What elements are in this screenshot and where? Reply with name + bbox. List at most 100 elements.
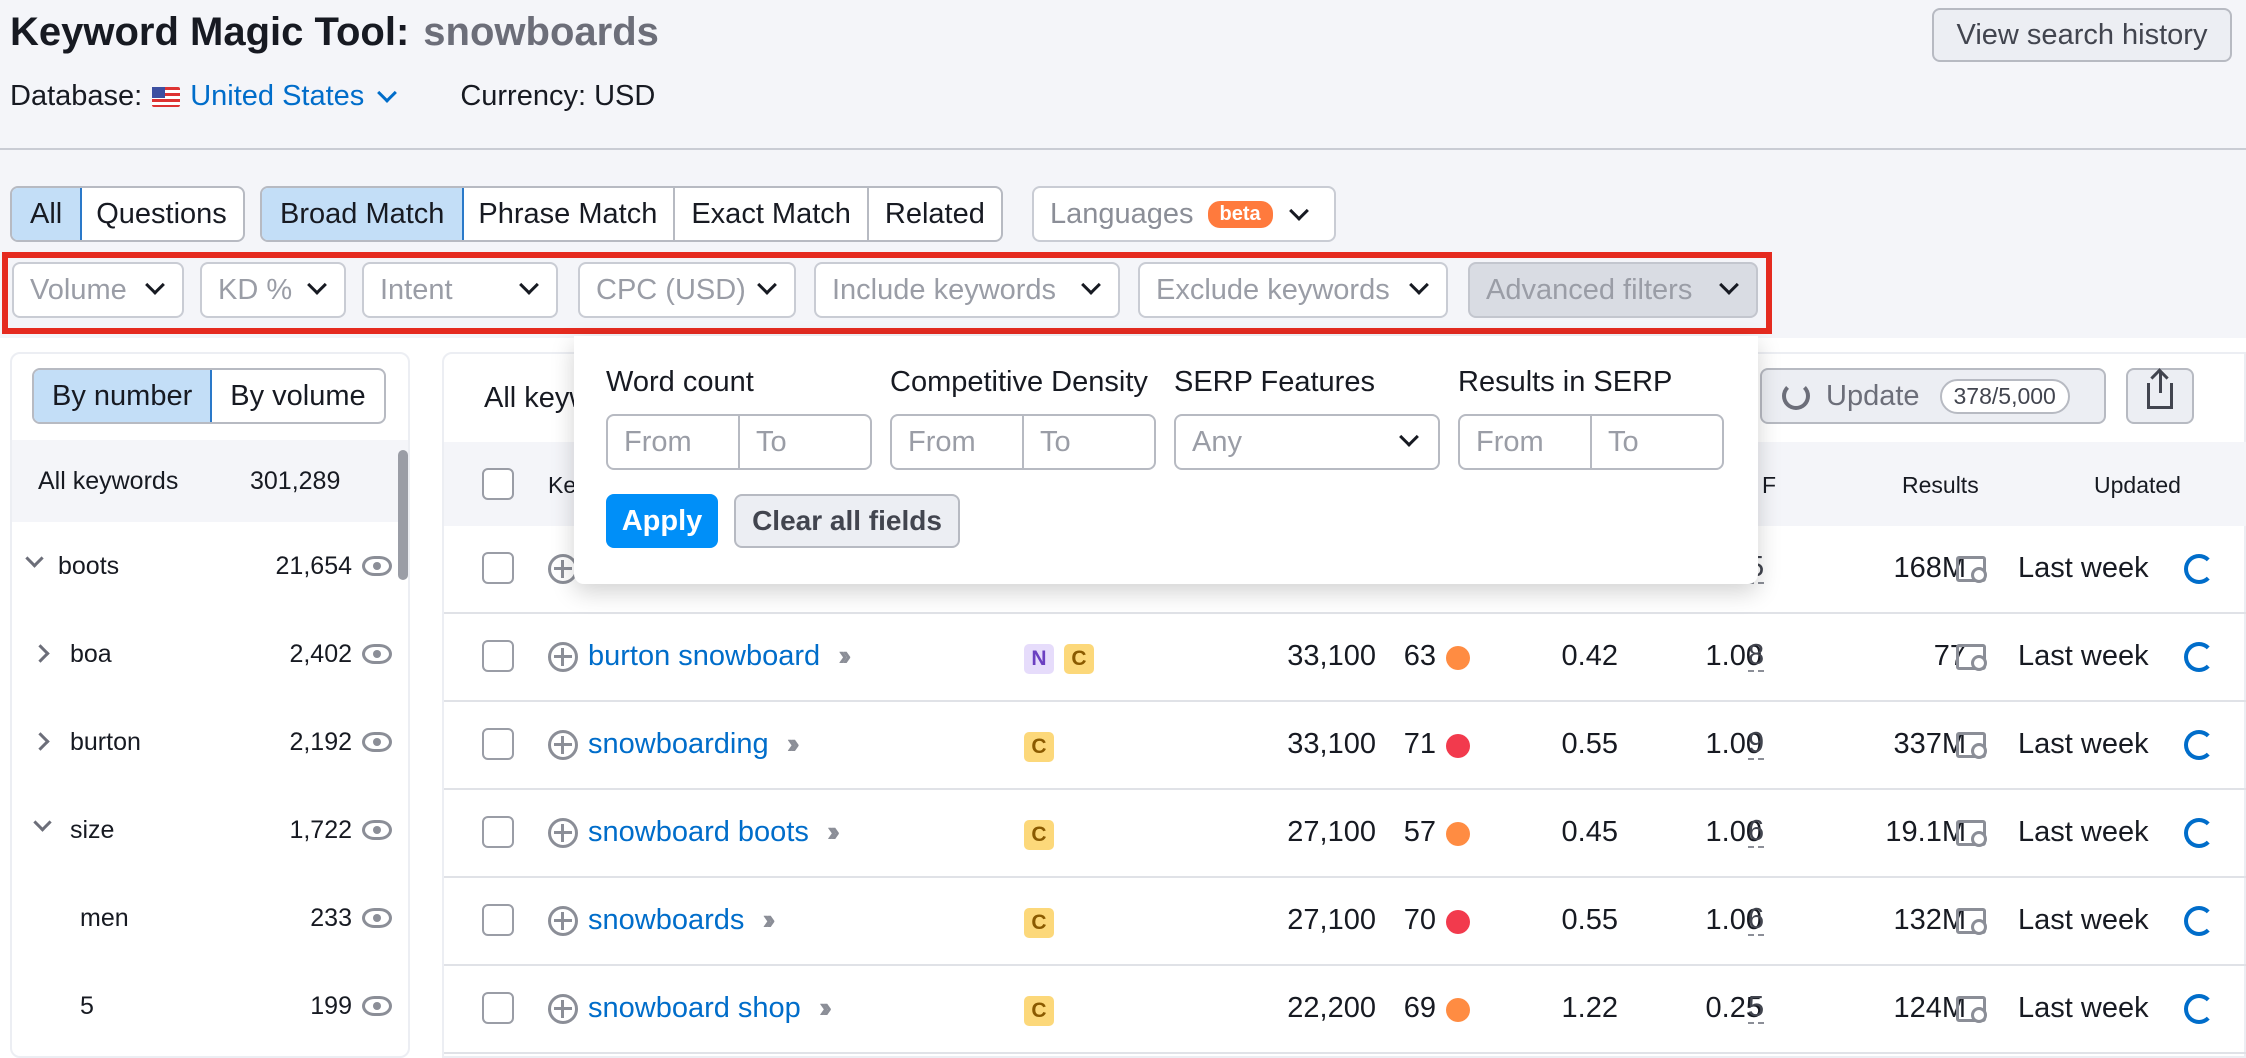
row-checkbox[interactable] <box>482 992 514 1024</box>
apply-button[interactable]: Apply <box>606 494 718 548</box>
results-in-serp-range: From To <box>1458 414 1724 470</box>
tab-related[interactable]: Related <box>869 188 1001 240</box>
add-keyword-icon[interactable] <box>548 994 578 1024</box>
tab-by-volume[interactable]: By volume <box>212 370 383 422</box>
tab-by-number[interactable]: By number <box>33 370 213 422</box>
clear-all-fields-button[interactable]: Clear all fields <box>734 494 960 548</box>
row-checkbox[interactable] <box>482 904 514 936</box>
refresh-row-icon[interactable] <box>2184 554 2214 584</box>
group-item-boa[interactable]: boa 2,402 <box>12 610 392 698</box>
serp-preview-icon[interactable] <box>1956 556 1987 583</box>
chevron-down-icon[interactable] <box>25 549 44 568</box>
chevron-down-icon[interactable] <box>33 813 52 832</box>
density-to-input[interactable]: To <box>1024 416 1154 468</box>
cpc-value: 0.55 <box>1561 728 1618 760</box>
keyword-link[interactable]: snowboarding ›› <box>588 728 801 761</box>
serp-preview-icon[interactable] <box>1956 732 1987 759</box>
group-item-boots[interactable]: boots 21,654 <box>12 522 392 610</box>
double-chevron-right-icon[interactable]: ›› <box>787 728 801 761</box>
row-checkbox[interactable] <box>482 816 514 848</box>
eye-icon[interactable] <box>362 820 392 840</box>
query-text: snowboards <box>423 10 659 54</box>
all-keywords-row[interactable]: All keywords 301,289 <box>12 440 408 522</box>
all-keywords-label: All keywords <box>38 466 179 495</box>
column-sf[interactable]: F <box>1762 472 1776 499</box>
add-keyword-icon[interactable] <box>548 818 578 848</box>
export-button[interactable] <box>2126 368 2194 424</box>
volume-value: 22,200 <box>1287 992 1376 1024</box>
add-keyword-icon[interactable] <box>548 906 578 936</box>
tab-all[interactable]: All <box>11 188 83 240</box>
languages-dropdown[interactable]: Languages beta <box>1032 186 1336 242</box>
refresh-icon <box>1782 382 1810 410</box>
chevron-right-icon[interactable] <box>31 732 50 751</box>
cpc-value: 1.22 <box>1561 992 1618 1024</box>
update-button[interactable]: Update 378/5,000 <box>1760 368 2106 424</box>
refresh-row-icon[interactable] <box>2184 906 2214 936</box>
group-item-5[interactable]: 5 199 <box>12 962 392 1050</box>
select-all-checkbox[interactable] <box>482 468 514 500</box>
refresh-row-icon[interactable] <box>2184 642 2214 672</box>
sf-count[interactable]: 8 <box>1748 640 1765 672</box>
sf-count[interactable]: 9 <box>1748 728 1765 760</box>
group-label: 5 <box>80 991 94 1020</box>
keyword-link[interactable]: snowboard shop ›› <box>588 992 833 1025</box>
row-checkbox[interactable] <box>482 640 514 672</box>
eye-icon[interactable] <box>362 556 392 576</box>
serp-preview-icon[interactable] <box>1956 820 1987 847</box>
tab-phrase-match[interactable]: Phrase Match <box>462 188 676 240</box>
column-results[interactable]: Results <box>1902 472 1979 499</box>
group-count: 2,402 <box>289 639 352 668</box>
refresh-row-icon[interactable] <box>2184 730 2214 760</box>
serp-preview-icon[interactable] <box>1956 908 1987 935</box>
row-checkbox[interactable] <box>482 552 514 584</box>
keyword-link[interactable]: burton snowboard ›› <box>588 640 852 673</box>
kd-indicator-dot <box>1446 998 1470 1022</box>
group-item-men[interactable]: men 233 <box>12 874 392 962</box>
serp-features-select[interactable]: Any <box>1174 414 1440 470</box>
results-to-input[interactable]: To <box>1592 416 1722 468</box>
page-title: Keyword Magic Tool: snowboards <box>10 10 659 55</box>
view-search-history-button[interactable]: View search history <box>1932 8 2232 62</box>
competitive-density-range: From To <box>890 414 1156 470</box>
refresh-row-icon[interactable] <box>2184 994 2214 1024</box>
refresh-row-icon[interactable] <box>2184 818 2214 848</box>
group-item-size[interactable]: size 1,722 <box>12 786 392 874</box>
sf-count[interactable]: 5 <box>1748 992 1765 1024</box>
chevron-right-icon[interactable] <box>31 644 50 663</box>
group-label: boa <box>70 639 112 668</box>
row-checkbox[interactable] <box>482 728 514 760</box>
tab-broad-match[interactable]: Broad Match <box>261 188 465 240</box>
column-keyword[interactable]: Ke <box>548 472 576 499</box>
eye-icon[interactable] <box>362 996 392 1016</box>
group-item-burton[interactable]: burton 2,192 <box>12 698 392 786</box>
competitive-density-label: Competitive Density <box>890 366 1148 398</box>
eye-icon[interactable] <box>362 732 392 752</box>
scrollbar[interactable] <box>398 450 408 580</box>
eye-icon[interactable] <box>362 908 392 928</box>
tab-exact-match[interactable]: Exact Match <box>675 188 869 240</box>
word-count-from-input[interactable]: From <box>608 416 740 468</box>
table-row: snowboarding ›› C 33,100 71 0.55 1.00 9 337M Last… <box>444 702 2246 790</box>
add-keyword-icon[interactable] <box>548 642 578 672</box>
density-from-input[interactable]: From <box>892 416 1024 468</box>
double-chevron-right-icon[interactable]: ›› <box>838 640 852 673</box>
add-keyword-icon[interactable] <box>548 730 578 760</box>
results-from-input[interactable]: From <box>1460 416 1592 468</box>
tab-questions[interactable]: Questions <box>80 188 243 240</box>
eye-icon[interactable] <box>362 644 392 664</box>
word-count-to-input[interactable]: To <box>740 416 870 468</box>
export-icon <box>2147 371 2173 409</box>
database-selector[interactable]: United States <box>190 80 364 113</box>
double-chevron-right-icon[interactable]: ›› <box>827 816 841 849</box>
serp-preview-icon[interactable] <box>1956 996 1987 1023</box>
serp-preview-icon[interactable] <box>1956 644 1987 671</box>
double-chevron-right-icon[interactable]: ›› <box>762 904 776 937</box>
sf-count[interactable]: 6 <box>1748 904 1765 936</box>
column-updated[interactable]: Updated <box>2094 472 2181 499</box>
keyword-link[interactable]: snowboard boots ›› <box>588 816 841 849</box>
double-chevron-right-icon[interactable]: ›› <box>819 992 833 1025</box>
chevron-down-icon[interactable] <box>377 82 398 103</box>
sf-count[interactable]: 6 <box>1748 816 1765 848</box>
keyword-link[interactable]: snowboards ›› <box>588 904 776 937</box>
